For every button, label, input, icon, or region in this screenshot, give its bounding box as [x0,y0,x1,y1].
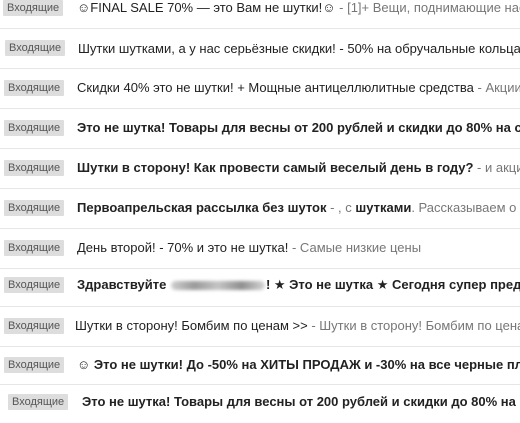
email-row[interactable]: Входящие День второй! - 70% и это не шут… [0,228,520,269]
inbox-label[interactable]: Входящие [5,40,66,56]
email-preview: - Шутки в сторону! Бомбим по ценам [307,318,520,333]
email-preview: . Рассказываем о т [411,200,520,215]
inbox-label[interactable]: Входящие [4,120,65,136]
email-subject: ☺FINAL SALE 70% — это Вам не шутки!☺ [77,0,336,15]
email-row[interactable]: Входящие ☺FINAL SALE 70% — это Вам не шу… [0,0,520,29]
email-row[interactable]: Входящие Здравствуйте ! ★ Это не шутка ★… [0,268,520,307]
email-row[interactable]: Входящие Это не шутка! Товары для весны … [0,108,520,149]
email-subject: Скидки 40% это не шутки! + Мощные антице… [77,80,474,95]
email-subject: ☺ Это не шутки! До -50% на ХИТЫ ПРОДАЖ и… [77,357,520,372]
redacted-name [170,281,265,291]
email-row[interactable]: Входящие ☺ Это не шутки! До -50% на ХИТЫ… [0,346,520,385]
email-row[interactable]: Входящие Шутки в сторону! Как провести с… [0,148,520,189]
email-subject: Шутки шутками, а у нас серьёзные скидки!… [78,41,520,56]
email-preview: - и акции [477,160,520,175]
email-row[interactable]: Входящие Первоапрельская рассылка без шу… [0,188,520,229]
email-text: ☺ Это не шутки! До -50% на ХИТЫ ПРОДАЖ и… [77,357,520,373]
email-text: ☺FINAL SALE 70% — это Вам не шутки!☺ - [… [77,0,520,16]
email-text: Шутки в сторону! Как провести самый весе… [77,160,520,176]
email-text: Это не шутка! Товары для весны от 200 ру… [77,120,520,136]
email-preview: - Самые низкие цены [288,240,422,255]
email-row[interactable]: Входящие Скидки 40% это не шутки! + Мощн… [0,68,520,109]
email-subject: День второй! - 70% и это не шутка! [77,240,289,255]
inbox-label[interactable]: Входящие [4,240,65,256]
email-subject: Шутки в сторону! Как провести самый весе… [77,160,474,175]
email-subject: Это не шутка! Товары для весны от 200 ру… [82,394,520,409]
email-text: Шутки шутками, а у нас серьёзные скидки!… [78,41,520,57]
email-preview-highlight: шутками [355,200,412,215]
inbox-label[interactable]: Входящие [4,200,65,216]
email-list: Входящие ☺FINAL SALE 70% — это Вам не шу… [0,0,520,423]
email-preview: - Акции ▼ [477,80,520,95]
inbox-label[interactable]: Входящие [4,357,65,373]
email-subject: Это не шутка! Товары для весны от 200 ру… [77,120,520,135]
inbox-label[interactable]: Входящие [8,394,69,410]
inbox-label[interactable]: Входящие [4,80,65,96]
email-text: Здравствуйте ! ★ Это не шутка ★ Сегодня … [77,277,520,293]
inbox-label[interactable]: Входящие [4,277,65,293]
email-subject: ! ★ Это не шутка ★ Сегодня супер предл [265,277,520,292]
email-subject: Первоапрельская рассылка без шуток [77,200,327,215]
inbox-label[interactable]: Входящие [4,318,65,334]
email-row[interactable]: Входящие Шутки в сторону! Бомбим по цена… [0,306,520,347]
email-subject: Здравствуйте [77,277,170,292]
email-preview: - [1]+ Вещи, поднимающие настроение [339,0,520,15]
inbox-label[interactable]: Входящие [3,0,64,16]
email-text: День второй! - 70% и это не шутка! - Сам… [77,240,421,256]
email-row[interactable]: Входящие Шутки шутками, а у нас серьёзны… [0,28,520,69]
email-text: Это не шутка! Товары для весны от 200 ру… [82,394,520,410]
email-text: Скидки 40% это не шутки! + Мощные антице… [77,80,520,96]
email-row[interactable]: Входящие Это не шутка! Товары для весны … [0,384,520,423]
email-preview: - , с [326,200,356,215]
email-text: Первоапрельская рассылка без шуток - , с… [77,200,520,216]
email-subject: Шутки в сторону! Бомбим по ценам >> [75,318,308,333]
email-text: Шутки в сторону! Бомбим по ценам >> - Шу… [75,318,520,334]
inbox-label[interactable]: Входящие [4,160,65,176]
